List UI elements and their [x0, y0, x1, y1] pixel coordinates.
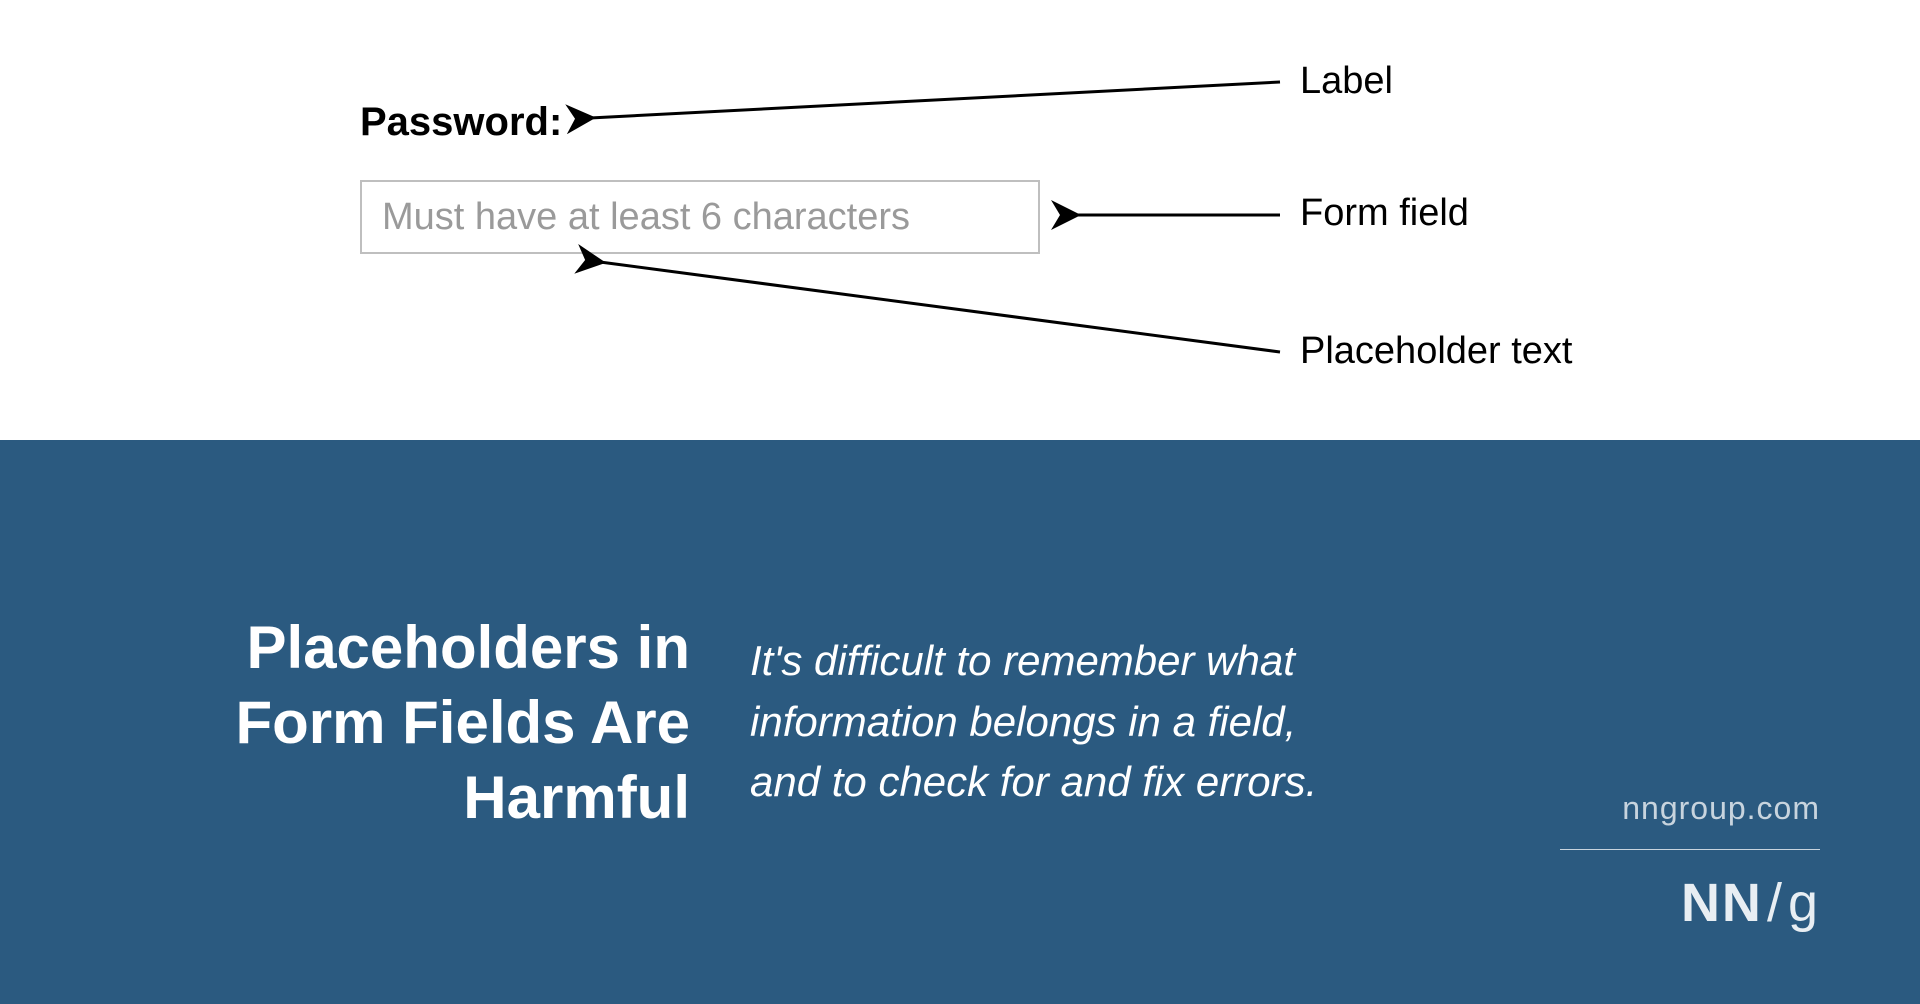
brand-logo: NN/g: [1560, 872, 1820, 934]
brand-logo-nn: NN: [1681, 873, 1763, 933]
arrow-to-placeholder-icon: [600, 262, 1280, 352]
password-input[interactable]: Must have at least 6 characters: [360, 180, 1040, 254]
brand-logo-g: g: [1788, 873, 1820, 933]
annotation-placeholder: Placeholder text: [1300, 330, 1573, 373]
brand-url: nngroup.com: [1560, 790, 1820, 827]
annotation-label: Label: [1300, 60, 1393, 103]
form-label: Password:: [360, 100, 562, 145]
annotation-form-field: Form field: [1300, 192, 1469, 235]
card-headline: Placeholders in Form Fields Are Harmful: [100, 610, 720, 835]
card-description: It's difficult to remember what informat…: [720, 631, 1360, 814]
title-card: Placeholders in Form Fields Are Harmful …: [0, 440, 1920, 1004]
brand-block: nngroup.com NN/g: [1560, 790, 1820, 934]
diagram-panel: Password: Must have at least 6 character…: [0, 0, 1920, 440]
placeholder-text: Must have at least 6 characters: [382, 196, 910, 239]
page-root: Password: Must have at least 6 character…: [0, 0, 1920, 1004]
brand-logo-slash: /: [1767, 873, 1784, 933]
brand-divider: [1560, 849, 1820, 850]
arrow-to-label-icon: [590, 82, 1280, 118]
